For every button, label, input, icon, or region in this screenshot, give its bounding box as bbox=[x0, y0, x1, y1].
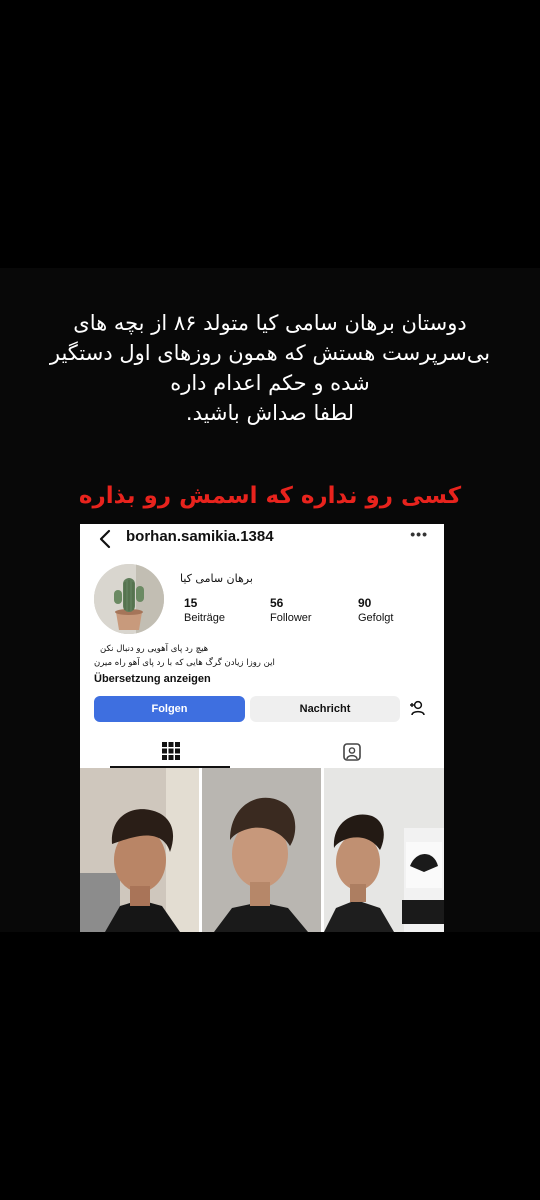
translate-link[interactable]: Übersetzung anzeigen bbox=[94, 673, 211, 685]
post-thumbnail-1[interactable] bbox=[80, 768, 199, 932]
follow-button[interactable]: Folgen bbox=[94, 696, 245, 722]
following-label: Gefolgt bbox=[358, 612, 394, 624]
back-arrow-icon[interactable] bbox=[94, 526, 116, 552]
profile-tabs bbox=[80, 734, 444, 768]
posts-count: 15 bbox=[184, 596, 198, 610]
caption-line-2: بی‌سرپرست هستش که همون روزهای اول دستگیر bbox=[49, 341, 491, 365]
bio-line-1: هیچ رد پای آهویی رو دنبال نکن bbox=[100, 644, 209, 654]
profile-username: borhan.samikia.1384 bbox=[126, 528, 274, 545]
following-count: 90 bbox=[358, 596, 372, 610]
red-alert-text: کسی رو نداره که اسمش رو بذاره bbox=[78, 483, 462, 509]
avatar[interactable] bbox=[94, 564, 164, 634]
photo-grid bbox=[80, 768, 444, 932]
display-name: برهان سامی کیا bbox=[180, 572, 253, 585]
caption-line-4: لطفا صداش باشید. bbox=[185, 401, 355, 425]
message-button[interactable]: Nachricht bbox=[250, 696, 400, 722]
story-caption: دوستان برهان سامی کیا متولد ۸۶ از بچه ها… bbox=[20, 308, 520, 428]
tagged-icon[interactable] bbox=[342, 742, 362, 762]
followers-count: 56 bbox=[270, 596, 284, 610]
followers-label: Follower bbox=[270, 612, 312, 624]
bio-line-2: این روزا زیادن گرگ هایی که با رد پای آهو… bbox=[94, 658, 275, 668]
more-icon[interactable]: ••• bbox=[410, 526, 428, 542]
stat-followers[interactable]: 56 Follower bbox=[270, 596, 312, 624]
profile-header: borhan.samikia.1384 ••• bbox=[80, 524, 444, 554]
add-person-icon[interactable] bbox=[405, 696, 431, 722]
top-black-band bbox=[0, 0, 540, 268]
stat-following[interactable]: 90 Gefolgt bbox=[358, 596, 393, 624]
stat-posts[interactable]: 15 Beiträge bbox=[184, 596, 225, 624]
caption-line-3: شده و حکم اعدام داره bbox=[170, 371, 370, 395]
posts-label: Beiträge bbox=[184, 612, 225, 624]
caption-line-1: دوستان برهان سامی کیا متولد ۸۶ از بچه ها… bbox=[73, 311, 467, 335]
post-thumbnail-2[interactable] bbox=[202, 768, 321, 932]
grid-icon[interactable] bbox=[162, 742, 180, 760]
post-thumbnail-3[interactable] bbox=[324, 768, 444, 932]
instagram-profile-screenshot: borhan.samikia.1384 ••• برهان سامی کیا 1… bbox=[80, 524, 444, 932]
